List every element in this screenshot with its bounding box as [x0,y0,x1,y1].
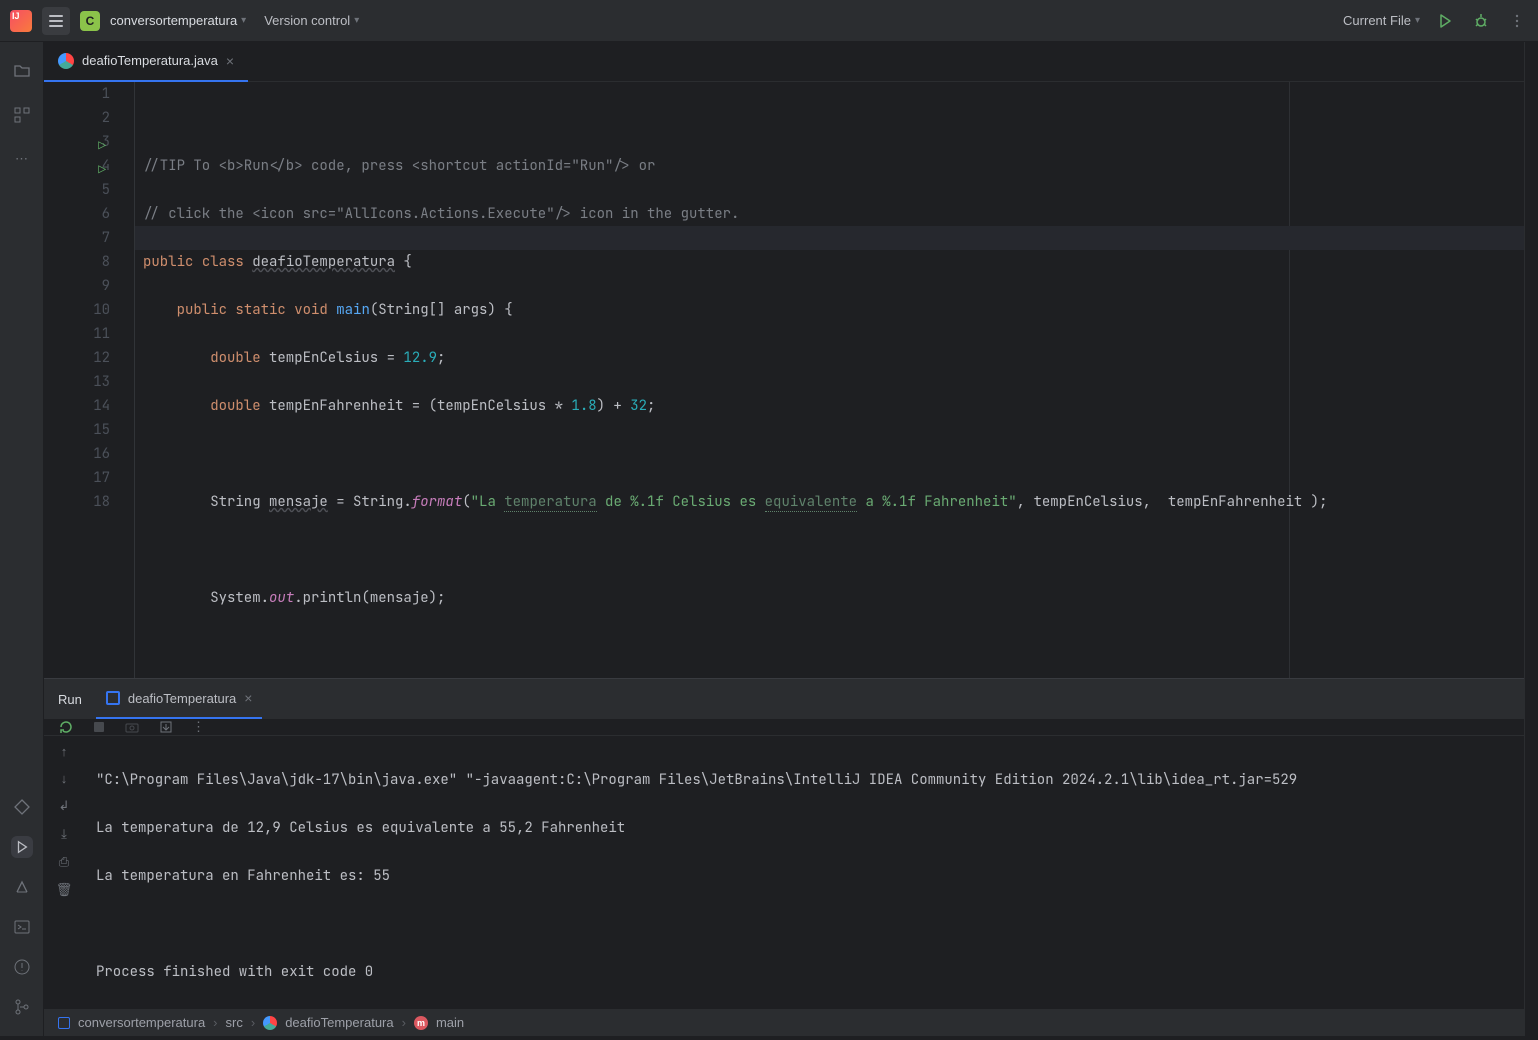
left-tool-rail: ⋯ [0,42,44,1036]
breadcrumb-item[interactable]: main [436,1015,464,1030]
problems-tool-icon[interactable] [11,956,33,978]
run-toolbar: ⋮ [44,719,1524,736]
more-icon[interactable]: ⋮ [192,719,205,735]
run-config-tab[interactable]: deafioTemperatura × [96,679,263,719]
camera-icon[interactable] [124,719,140,735]
debug-button[interactable] [1470,10,1492,32]
top-toolbar: C conversortemperatura ▾ Version control… [0,0,1538,42]
breadcrumb-item[interactable]: src [226,1015,243,1030]
project-badge: C [80,11,100,31]
console-line [96,912,1512,936]
chevron-down-icon: ▾ [1415,15,1420,26]
method-icon: m [414,1016,428,1030]
console-line: La temperatura de 12,9 Celsius es equiva… [96,816,1512,840]
console-line: La temperatura en Fahrenheit es: 55 [96,864,1512,888]
rerun-button[interactable] [58,719,74,735]
editor-tab-name: deafioTemperatura.java [82,53,218,68]
more-tools-icon[interactable]: ⋯ [11,148,33,170]
scroll-end-icon[interactable]: ⤓ [61,826,67,842]
editor-gutter: 1 2 3▷ 4▷ 5 6 7 8 9 10 11 12 13 14 15 16 [44,82,134,678]
main-menu-button[interactable] [42,7,70,35]
trash-icon[interactable]: 🗑 [56,882,73,898]
chevron-down-icon: ▾ [241,15,246,26]
chevron-right-icon: › [251,1015,255,1030]
run-config-label: Current File [1343,13,1411,28]
project-selector[interactable]: conversortemperatura ▾ [110,13,246,28]
center-area: deafioTemperatura.java × 1 2 3▷ 4▷ 5 6 7… [44,42,1524,1036]
run-tool-title: Run [58,692,82,707]
top-toolbar-left: C conversortemperatura ▾ Version control… [10,7,359,35]
close-tab-icon[interactable]: × [226,53,234,69]
git-tool-icon[interactable] [11,996,33,1018]
java-class-icon [58,53,74,69]
chevron-right-icon: › [402,1015,406,1030]
console-output[interactable]: "C:\Program Files\Java\jdk-17\bin\java.e… [84,736,1524,1040]
app-window: C conversortemperatura ▾ Version control… [0,0,1538,1036]
services-tool-icon[interactable] [11,796,33,818]
run-tabs: Run deafioTemperatura × [44,679,1524,719]
structure-tool-icon[interactable] [11,104,33,126]
module-icon [58,1017,70,1029]
print-icon[interactable]: ⎙ [59,854,69,870]
main-area: ⋯ deafioTemperatura.java × [0,42,1538,1036]
breadcrumb-item[interactable]: deafioTemperatura [285,1015,393,1030]
more-actions-button[interactable] [1506,10,1528,32]
console-line: Process finished with exit code 0 [96,960,1512,984]
close-tab-icon[interactable]: × [244,690,252,706]
editor-tab[interactable]: deafioTemperatura.java × [44,42,248,82]
console-line: "C:\Program Files\Java\jdk-17\bin\java.e… [96,768,1512,792]
chevron-down-icon: ▾ [354,15,359,26]
run-tool-window: Run deafioTemperatura × ⋮ ↑ [44,678,1524,1008]
project-tool-icon[interactable] [11,60,33,82]
code-editor[interactable]: 1 2 3▷ 4▷ 5 6 7 8 9 10 11 12 13 14 15 16 [44,82,1524,678]
run-button[interactable] [1434,10,1456,32]
navigation-breadcrumb: conversortemperatura › src › deafioTempe… [44,1008,1524,1036]
breadcrumb-item[interactable]: conversortemperatura [78,1015,205,1030]
top-toolbar-right: Current File ▾ [1343,10,1528,32]
run-config-selector[interactable]: Current File ▾ [1343,13,1420,28]
run-tool-icon[interactable] [11,836,33,858]
current-line-highlight [135,226,1524,250]
editor-tabs: deafioTemperatura.java × [44,42,1524,82]
build-tool-icon[interactable] [11,876,33,898]
down-arrow-icon[interactable]: ↓ [61,771,68,786]
java-class-icon [263,1016,277,1030]
wrap-icon[interactable]: ↲ [59,798,70,814]
application-icon [106,691,120,705]
right-gutter-stripe [1524,42,1538,1036]
intellij-logo-icon [10,10,32,32]
chevron-right-icon: › [213,1015,217,1030]
stop-button[interactable] [92,720,106,734]
project-name: conversortemperatura [110,13,237,28]
vcs-label: Version control [264,13,350,28]
vcs-menu[interactable]: Version control ▾ [264,13,359,28]
run-config-name: deafioTemperatura [128,691,236,706]
up-arrow-icon[interactable]: ↑ [61,744,68,759]
run-body: ↑ ↓ ↲ ⤓ ⎙ 🗑 "C:\Program Files\Java\jdk-1… [44,736,1524,1040]
code-content[interactable]: //TIP To <b>Run</b> code, press <shortcu… [134,82,1524,678]
console-gutter: ↑ ↓ ↲ ⤓ ⎙ 🗑 [44,736,84,1040]
terminal-tool-icon[interactable] [11,916,33,938]
export-icon[interactable] [158,719,174,735]
